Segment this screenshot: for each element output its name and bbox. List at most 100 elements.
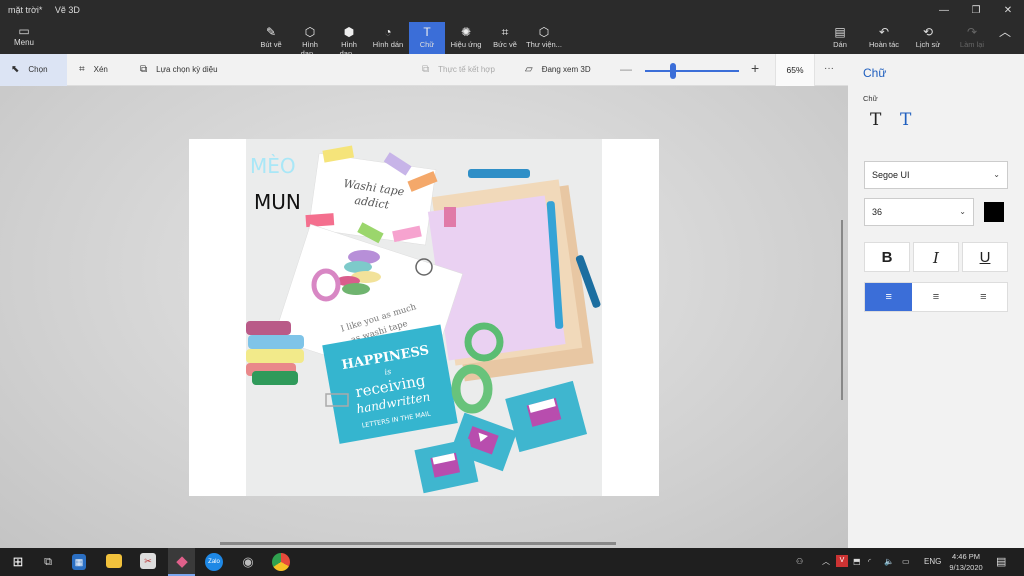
chevron-down-icon: ⌄ <box>959 207 966 216</box>
window-title: mặt trời* Vẽ 3D <box>8 5 90 15</box>
close-button[interactable]: ✕ <box>992 0 1024 22</box>
undo-button[interactable]: ↶ Hoàn tác <box>862 22 906 54</box>
text-icon: T <box>423 25 431 39</box>
window-controls: — ❐ ✕ <box>928 0 1024 22</box>
align-center-button[interactable]: ≡ <box>912 283 959 311</box>
mixed-reality-button[interactable]: ⧉ Thực tế kết hợp <box>422 54 495 86</box>
panel-title: Chữ <box>863 66 887 80</box>
notifications-icon[interactable]: ▤ <box>996 548 1006 576</box>
history-button[interactable]: ⟲ Lịch sử <box>906 22 950 54</box>
language-indicator[interactable]: ENG <box>924 548 941 576</box>
tool-text[interactable]: T Chữ <box>409 22 445 54</box>
task-view-icon[interactable]: ⧉ <box>38 552 58 572</box>
crop-button[interactable]: ⌗ Xén <box>79 54 108 86</box>
magic-select-label: Lựa chọn kỳ diệu <box>156 65 218 74</box>
paint-3d-icon[interactable]: ◆ <box>172 552 192 572</box>
undo-label: Hoàn tác <box>868 40 900 49</box>
clock-time: 4:46 PM <box>952 552 980 561</box>
redo-label: Làm lại <box>959 40 985 49</box>
align-right-button[interactable]: ≡ <box>960 283 1007 311</box>
redo-icon: ↷ <box>966 25 978 39</box>
file-explorer-icon[interactable] <box>106 554 122 568</box>
view-3d-button[interactable]: ▱ Đang xem 3D <box>525 54 591 86</box>
vpn-icon[interactable]: V <box>836 555 848 567</box>
start-icon[interactable]: ⊞ <box>8 552 28 572</box>
font-size-dropdown[interactable]: 36 ⌄ <box>864 198 974 226</box>
menu-button[interactable]: ▭ Menu <box>8 24 40 47</box>
volume-icon[interactable]: 🔈 <box>884 548 894 576</box>
maximize-button[interactable]: ❐ <box>960 0 992 22</box>
camera-icon[interactable]: ◉ <box>238 552 258 572</box>
more-options-button[interactable]: ··· <box>824 63 834 74</box>
text-2d-icon[interactable]: T <box>870 110 881 130</box>
horizontal-scrollbar[interactable] <box>220 542 616 545</box>
clock-date: 9/13/2020 <box>949 563 983 572</box>
select-button[interactable]: ⬉ Chọn <box>0 54 67 86</box>
tool-effects[interactable]: ✺ Hiệu ứng <box>448 22 484 54</box>
canvas-text-mun[interactable]: MUN <box>254 190 301 214</box>
shapes-3d-icon: ⬢ <box>343 25 355 39</box>
calculator-icon[interactable]: ▦ <box>72 554 86 570</box>
history-label: Lịch sử <box>915 40 941 49</box>
canvas-text-meo[interactable]: MÈO <box>250 154 296 178</box>
folder-icon: ▭ <box>18 24 30 38</box>
text-color-swatch[interactable] <box>984 202 1004 222</box>
magic-select-button[interactable]: ⧉ Lựa chọn kỳ diệu <box>140 54 218 86</box>
bold-button[interactable]: B <box>864 242 910 272</box>
app-name: Vẽ 3D <box>54 5 80 15</box>
title-bar: mặt trời* Vẽ 3D — ❐ ✕ ▭ Menu ✎ Bút vẽ ⬡ Hì… <box>0 0 1024 59</box>
wifi-icon[interactable]: ◜ <box>868 548 871 576</box>
people-icon[interactable]: ⚇ <box>796 548 803 576</box>
battery-icon[interactable]: ▭ <box>902 548 910 576</box>
zoom-in-button[interactable]: + <box>751 60 759 76</box>
zalo-icon[interactable]: Zalo <box>205 553 223 571</box>
tool-label: Hình dán <box>372 40 404 49</box>
view-3d-label: Đang xem 3D <box>541 65 591 74</box>
minimize-button[interactable]: — <box>928 0 960 22</box>
tool-brushes[interactable]: ✎ Bút vẽ <box>253 22 289 54</box>
zoom-percent[interactable]: 65% <box>775 54 815 86</box>
redo-button[interactable]: ↷ Làm lại <box>950 22 994 54</box>
crop-label: Xén <box>93 65 108 74</box>
crop-icon: ⌗ <box>79 64 85 75</box>
menu-label: Menu <box>13 38 34 47</box>
tool-label: Bức vẽ <box>493 40 517 49</box>
tool-stickers[interactable]: ◔ Hình dán <box>370 22 406 54</box>
font-family-dropdown[interactable]: Segoe UI ⌄ <box>864 161 1008 189</box>
collapse-ribbon-button[interactable]: ︿ <box>994 22 1016 54</box>
clock[interactable]: 4:46 PM 9/13/2020 <box>944 551 988 573</box>
zoom-slider-thumb[interactable] <box>670 63 677 79</box>
italic-button[interactable]: I <box>913 242 959 272</box>
underline-button[interactable]: U <box>962 242 1008 272</box>
tool-label: Chữ <box>419 40 435 49</box>
tool-3d-library[interactable]: ⬡ Thư viện... <box>526 22 562 54</box>
tool-label: Hiệu ứng <box>450 40 482 49</box>
tool-3d-shapes[interactable]: ⬢Hình dạn... <box>331 22 367 59</box>
canvas-icon: ⌗ <box>501 25 509 39</box>
sticker-icon: ◔ <box>384 25 392 39</box>
effects-icon: ✺ <box>460 25 472 39</box>
mixed-reality-icon: ⧉ <box>422 64 430 75</box>
library-icon: ⬡ <box>538 25 550 39</box>
ribbon-tools: ✎Bút vẽ ⬡Hình dạn... ⬢Hình dạn... ◔Hình … <box>253 22 565 59</box>
app-tray-icon[interactable]: ⬒ <box>853 548 861 576</box>
snip-icon[interactable]: ✂ <box>140 553 156 569</box>
mixed-reality-label: Thực tế kết hợp <box>438 65 495 74</box>
tool-label: Bút vẽ <box>260 40 282 49</box>
brush-icon: ✎ <box>265 25 277 39</box>
tool-2d-shapes[interactable]: ⬡Hình dạn... <box>292 22 328 59</box>
text-3d-icon[interactable]: T <box>900 110 911 130</box>
panel-subtitle: Chữ <box>863 94 878 103</box>
align-left-button[interactable]: ≡ <box>865 283 913 311</box>
tool-canvas[interactable]: ⌗ Bức vẽ <box>487 22 523 54</box>
font-size-value: 36 <box>872 207 883 217</box>
zoom-slider-track[interactable] <box>645 70 739 72</box>
magic-select-icon: ⧉ <box>140 64 148 75</box>
zoom-out-button[interactable]: — <box>620 62 632 76</box>
chrome-icon[interactable] <box>272 553 290 571</box>
chevron-up-icon[interactable]: ︿ <box>822 548 830 576</box>
paste-icon: ▤ <box>834 25 846 39</box>
paste-button[interactable]: ▤ Dán <box>818 22 862 54</box>
text-style-buttons: B I U <box>864 242 1008 272</box>
vertical-scrollbar[interactable] <box>841 220 843 400</box>
